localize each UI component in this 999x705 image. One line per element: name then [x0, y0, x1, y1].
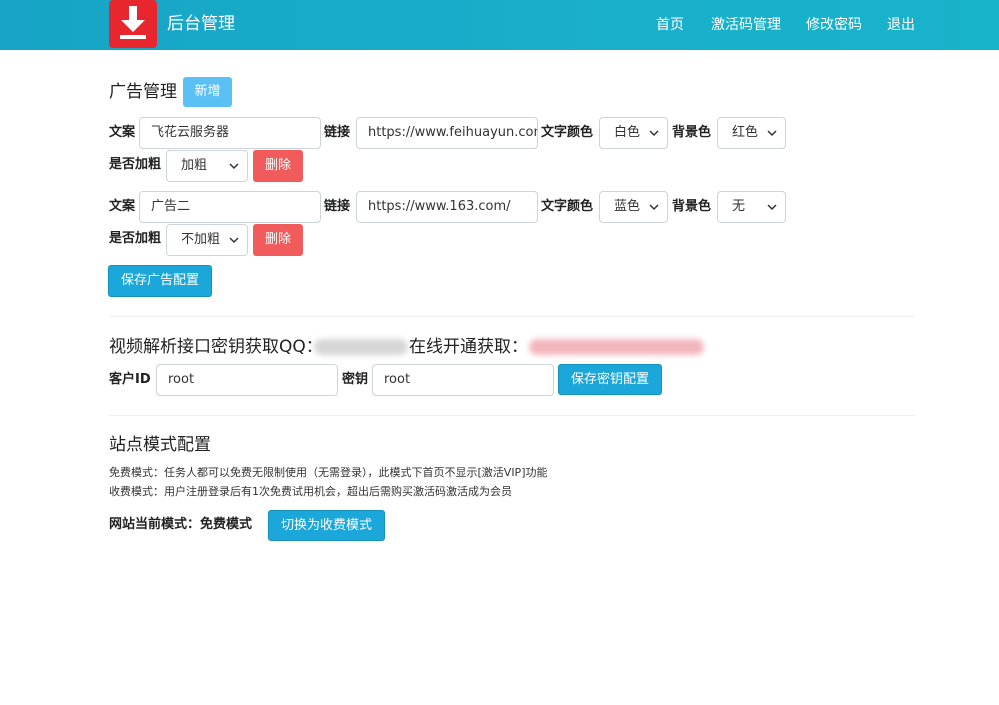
save-key-button[interactable]: 保存密钥配置 — [558, 364, 662, 395]
select-value: 无 — [732, 199, 746, 214]
select-value: 不加粗 — [181, 232, 221, 247]
ad-link-input[interactable]: https://www.feihuayun.com — [356, 117, 538, 149]
divider — [109, 415, 915, 416]
chevron-down-icon — [649, 204, 659, 211]
ad-link-label: 链接 — [324, 125, 351, 140]
ad-text-input[interactable]: 飞花云服务器 — [139, 117, 321, 149]
delete-ad-button[interactable]: 删除 — [253, 224, 303, 256]
chevron-down-icon — [229, 163, 239, 170]
chevron-down-icon — [649, 130, 659, 137]
ads-section-title: 广告管理 — [109, 82, 177, 102]
nav-link-activation-codes[interactable]: 激活码管理 — [711, 15, 781, 35]
api-title-prefix: 视频解析接口密钥获取QQ： — [109, 337, 323, 357]
divider — [109, 316, 915, 317]
client-id-label: 客户ID — [109, 372, 151, 387]
save-ads-button[interactable]: 保存广告配置 — [108, 265, 212, 297]
switch-mode-button[interactable]: 切换为收费模式 — [268, 510, 385, 541]
api-title-middle: 在线开通获取： — [409, 337, 528, 357]
mode-section-title: 站点模式配置 — [109, 435, 211, 455]
select-value: 红色 — [732, 125, 759, 140]
logo — [109, 0, 157, 48]
secret-input[interactable]: root — [372, 364, 554, 396]
free-mode-description: 免费模式：任务人都可以免费无限制使用（无需登录），此模式下首页不显示[激活VIP… — [109, 466, 548, 479]
redacted-link — [529, 339, 704, 355]
ad-text-label: 文案 — [109, 199, 136, 214]
nav-link-home[interactable]: 首页 — [656, 15, 684, 35]
client-id-input[interactable]: root — [156, 364, 338, 396]
nav-link-change-password[interactable]: 修改密码 — [806, 15, 862, 35]
ad-bold-label: 是否加粗 — [109, 157, 162, 172]
ad-bold-select[interactable]: 加粗 — [166, 150, 248, 182]
ad-text-input[interactable]: 广告二 — [139, 191, 321, 223]
ad-bg-color-select[interactable]: 无 — [717, 191, 786, 223]
ad-text-color-label: 文字颜色 — [541, 125, 594, 140]
chevron-down-icon — [767, 130, 777, 137]
ad-text-label: 文案 — [109, 125, 136, 140]
add-ad-button[interactable]: 新增 — [183, 77, 232, 107]
ad-bold-select[interactable]: 不加粗 — [166, 224, 248, 256]
chevron-down-icon — [229, 237, 239, 244]
select-value: 蓝色 — [614, 199, 641, 214]
ad-bg-color-label: 背景色 — [672, 199, 712, 214]
select-value: 白色 — [614, 125, 641, 140]
ad-text-color-select[interactable]: 白色 — [599, 117, 668, 149]
redacted-qq — [314, 339, 408, 355]
top-navbar: 后台管理 首页 激活码管理 修改密码 退出 — [0, 0, 999, 50]
ad-bg-color-label: 背景色 — [672, 125, 712, 140]
ad-link-input[interactable]: https://www.163.com/ — [356, 191, 538, 223]
delete-ad-button[interactable]: 删除 — [253, 150, 303, 182]
ad-link-label: 链接 — [324, 199, 351, 214]
nav-link-logout[interactable]: 退出 — [887, 15, 915, 35]
ad-bold-label: 是否加粗 — [109, 231, 162, 246]
ad-bg-color-select[interactable]: 红色 — [717, 117, 786, 149]
download-icon — [120, 6, 146, 39]
current-mode-label: 网站当前模式：免费模式 — [109, 517, 253, 532]
paid-mode-description: 收费模式：用户注册登录后有1次免费试用机会，超出后需购买激活码激活成为会员 — [109, 485, 512, 498]
select-value: 加粗 — [181, 158, 208, 173]
brand-title: 后台管理 — [167, 14, 235, 34]
secret-label: 密钥 — [342, 372, 369, 387]
ad-text-color-select[interactable]: 蓝色 — [599, 191, 668, 223]
ad-text-color-label: 文字颜色 — [541, 199, 594, 214]
chevron-down-icon — [767, 204, 777, 211]
